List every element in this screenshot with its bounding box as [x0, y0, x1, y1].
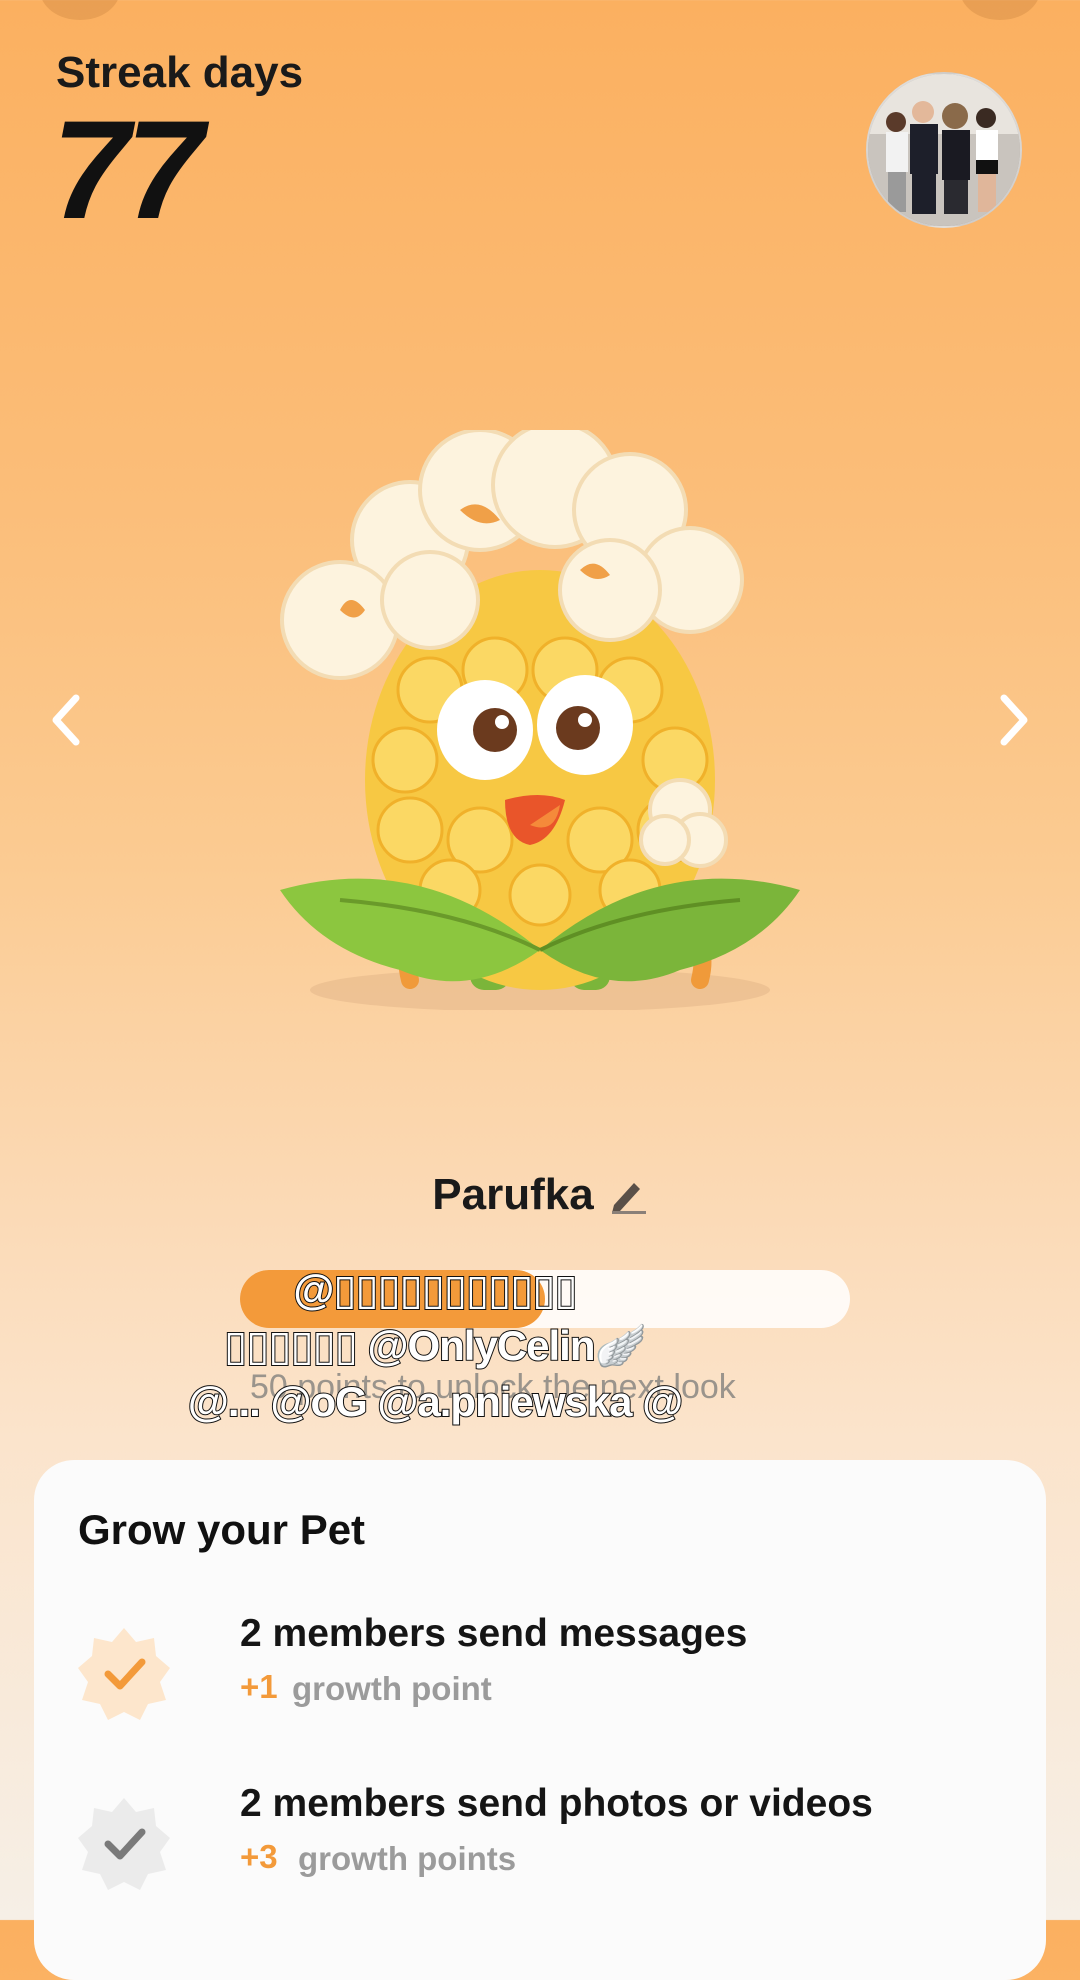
grow-pet-card: Grow your Pet 2 members send messages +1…	[34, 1460, 1046, 1980]
pet-name-row[interactable]: Parufka	[0, 1170, 1080, 1220]
task-points-label: growth points	[298, 1840, 517, 1877]
next-pet-button[interactable]	[984, 690, 1044, 750]
video-caption-overlay: @▯▯▯▯▯▯▯▯▯▯▯ ▯▯▯▯▯▯ @OnlyCelin🪽 @... @oG…	[110, 1262, 760, 1430]
edit-pencil-icon[interactable]	[608, 1175, 648, 1215]
check-badge-icon	[78, 1798, 170, 1890]
check-badge-icon	[78, 1628, 170, 1720]
caption-line: ▯▯▯▯▯▯ @OnlyCelin🪽	[223, 1321, 648, 1370]
corner-button-left[interactable]	[40, 0, 120, 20]
previous-pet-button[interactable]	[36, 690, 96, 750]
pet-name: Parufka	[432, 1170, 594, 1219]
chevron-right-icon	[1000, 694, 1028, 746]
task-points-label: growth point	[292, 1670, 492, 1707]
task-points: +1	[240, 1668, 278, 1705]
corner-button-right[interactable]	[960, 0, 1040, 20]
card-title: Grow your Pet	[78, 1506, 366, 1553]
task-item[interactable]: 2 members send messages +1 growth point	[74, 1612, 1014, 1732]
group-photo-image	[868, 74, 1020, 226]
task-item[interactable]: 2 members send photos or videos +3 growt…	[74, 1782, 1014, 1902]
corn-pet-illustration[interactable]	[280, 430, 800, 1010]
chevron-left-icon	[52, 694, 80, 746]
streak-count: 77	[52, 91, 204, 248]
task-title: 2 members send photos or videos	[240, 1782, 873, 1825]
caption-line: @... @oG @a.pniewska @	[187, 1377, 684, 1426]
task-points: +3	[240, 1838, 278, 1875]
group-avatar[interactable]	[866, 72, 1022, 228]
caption-line: @▯▯▯▯▯▯▯▯▯▯▯	[292, 1265, 578, 1314]
task-title: 2 members send messages	[240, 1612, 748, 1655]
